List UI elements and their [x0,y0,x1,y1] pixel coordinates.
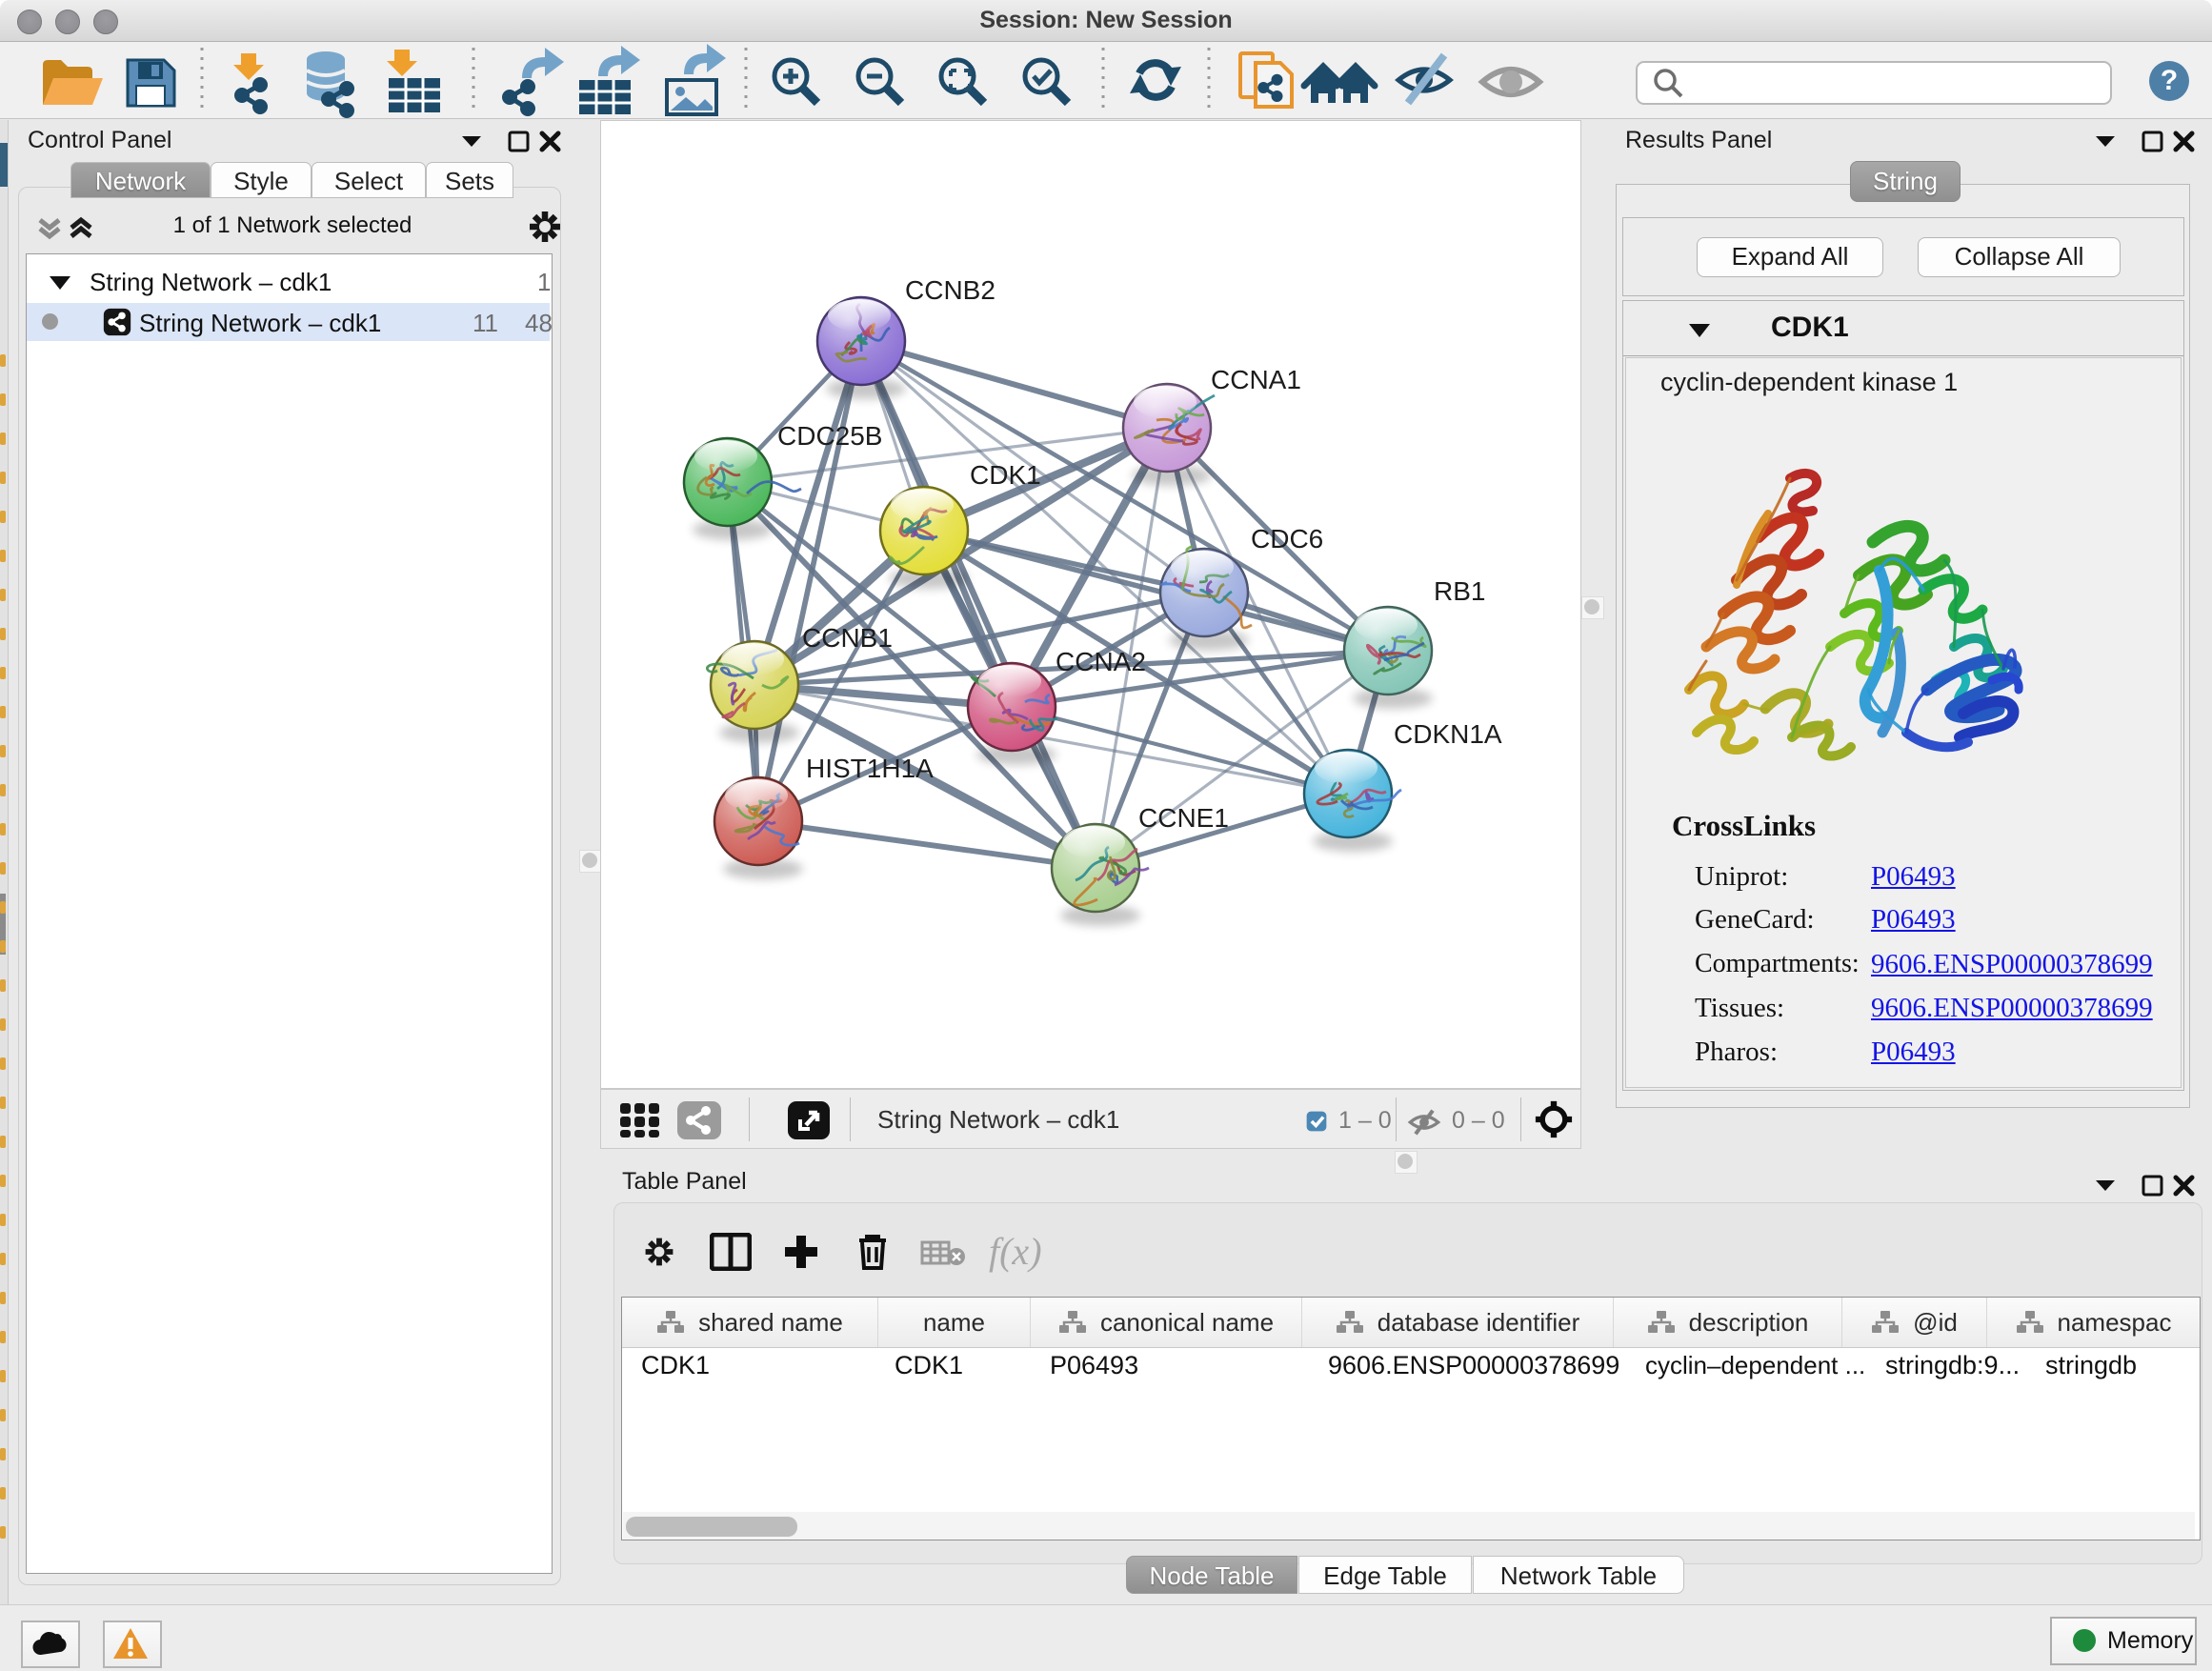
svg-text:CDKN1A: CDKN1A [1394,719,1502,749]
svg-text:HIST1H1A: HIST1H1A [806,754,934,783]
svg-text:RB1: RB1 [1434,576,1485,606]
svg-text:CDC25B: CDC25B [777,421,882,451]
svg-text:CCNA1: CCNA1 [1211,365,1301,394]
svg-text:CCNB2: CCNB2 [905,275,995,305]
svg-text:CDC6: CDC6 [1251,524,1323,554]
svg-text:CDK1: CDK1 [970,460,1041,490]
svg-text:CCNE1: CCNE1 [1138,803,1229,833]
svg-text:CCNB1: CCNB1 [802,623,893,653]
svg-text:CCNA2: CCNA2 [1056,647,1146,676]
